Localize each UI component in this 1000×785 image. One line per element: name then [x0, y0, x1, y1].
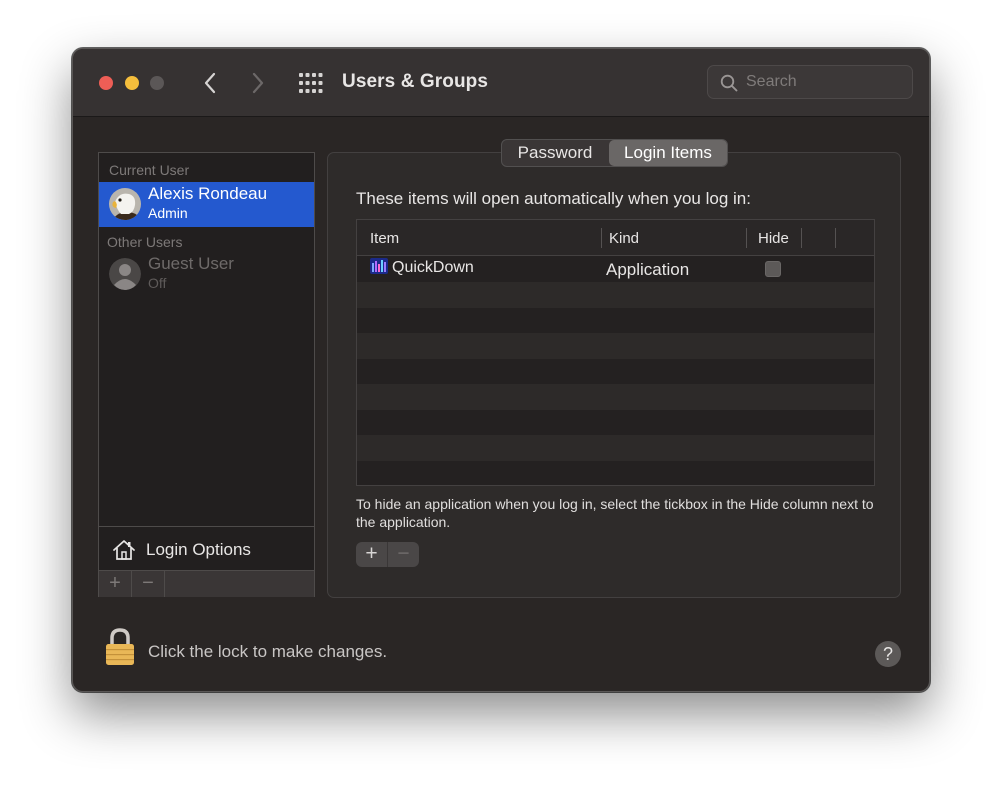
hide-checkbox[interactable] [765, 261, 781, 277]
user-role: Admin [148, 205, 188, 221]
login-items-help-text: To hide an application when you log in, … [356, 496, 874, 530]
window-title: Users & Groups [342, 71, 489, 92]
column-header-item[interactable]: Item [370, 230, 399, 247]
column-divider [746, 228, 747, 248]
help-button[interactable]: ? [875, 641, 901, 667]
eagle-avatar [109, 188, 141, 220]
other-users-heading: Other Users [107, 234, 183, 250]
login-items-intro: These items will open automatically when… [356, 189, 751, 208]
table-row [357, 410, 874, 436]
back-button[interactable] [197, 69, 223, 97]
user-name: Guest User [148, 254, 234, 273]
tab-password[interactable]: Password [502, 140, 608, 166]
chevron-right-icon [252, 72, 264, 94]
item-name: QuickDown [392, 259, 474, 276]
column-header-kind[interactable]: Kind [609, 230, 639, 247]
add-remove-control: + − [356, 542, 419, 567]
table-row [357, 333, 874, 359]
table-row [357, 359, 874, 385]
show-all-grid-icon[interactable] [299, 73, 323, 93]
forward-button[interactable] [245, 69, 271, 97]
user-row-guest[interactable]: Guest User Off [99, 252, 314, 297]
sidebar-button-bar: + − [99, 570, 314, 597]
guest-avatar-icon [109, 258, 141, 290]
user-name: Alexis Rondeau [148, 184, 268, 203]
login-options-button[interactable]: Login Options [99, 526, 314, 571]
house-icon [113, 540, 135, 560]
table-row [357, 384, 874, 410]
table-header: Item Kind Hide [357, 220, 874, 256]
table-row[interactable]: QuickDown Application [357, 256, 874, 282]
login-items-table[interactable]: Item Kind Hide QuickDown Application [356, 219, 875, 486]
search-field[interactable] [707, 65, 913, 99]
table-row [357, 435, 874, 461]
item-kind: Application [606, 260, 690, 279]
close-button[interactable] [99, 76, 113, 90]
search-icon [720, 74, 738, 92]
user-role: Off [148, 275, 167, 291]
search-input[interactable] [746, 72, 906, 92]
login-options-label: Login Options [146, 540, 251, 559]
current-user-heading: Current User [109, 162, 190, 178]
title-bar: Users & Groups [73, 49, 929, 117]
lock-icon[interactable] [104, 627, 136, 667]
lock-message: Click the lock to make changes. [148, 642, 388, 661]
table-row [357, 461, 874, 485]
column-divider [601, 228, 602, 248]
users-sidebar: Current User Alexis Rondeau Admin Other … [98, 152, 315, 597]
add-login-item-button[interactable]: + [356, 542, 388, 567]
add-user-button[interactable]: + [99, 571, 132, 597]
column-divider [835, 228, 836, 248]
tab-bar: Password Login Items [501, 139, 728, 167]
table-row [357, 308, 874, 334]
remove-login-item-button[interactable]: − [388, 542, 419, 567]
column-header-hide[interactable]: Hide [758, 230, 789, 247]
chevron-left-icon [204, 72, 216, 94]
users-groups-window: Users & Groups Current User Alexis Ro [72, 48, 930, 692]
tab-login-items[interactable]: Login Items [609, 140, 727, 166]
table-row [357, 282, 874, 308]
remove-user-button[interactable]: − [132, 571, 165, 597]
quickdown-app-icon [370, 258, 388, 274]
user-row-current[interactable]: Alexis Rondeau Admin [99, 182, 314, 227]
column-divider [801, 228, 802, 248]
zoom-button[interactable] [150, 76, 164, 90]
minimize-button[interactable] [125, 76, 139, 90]
